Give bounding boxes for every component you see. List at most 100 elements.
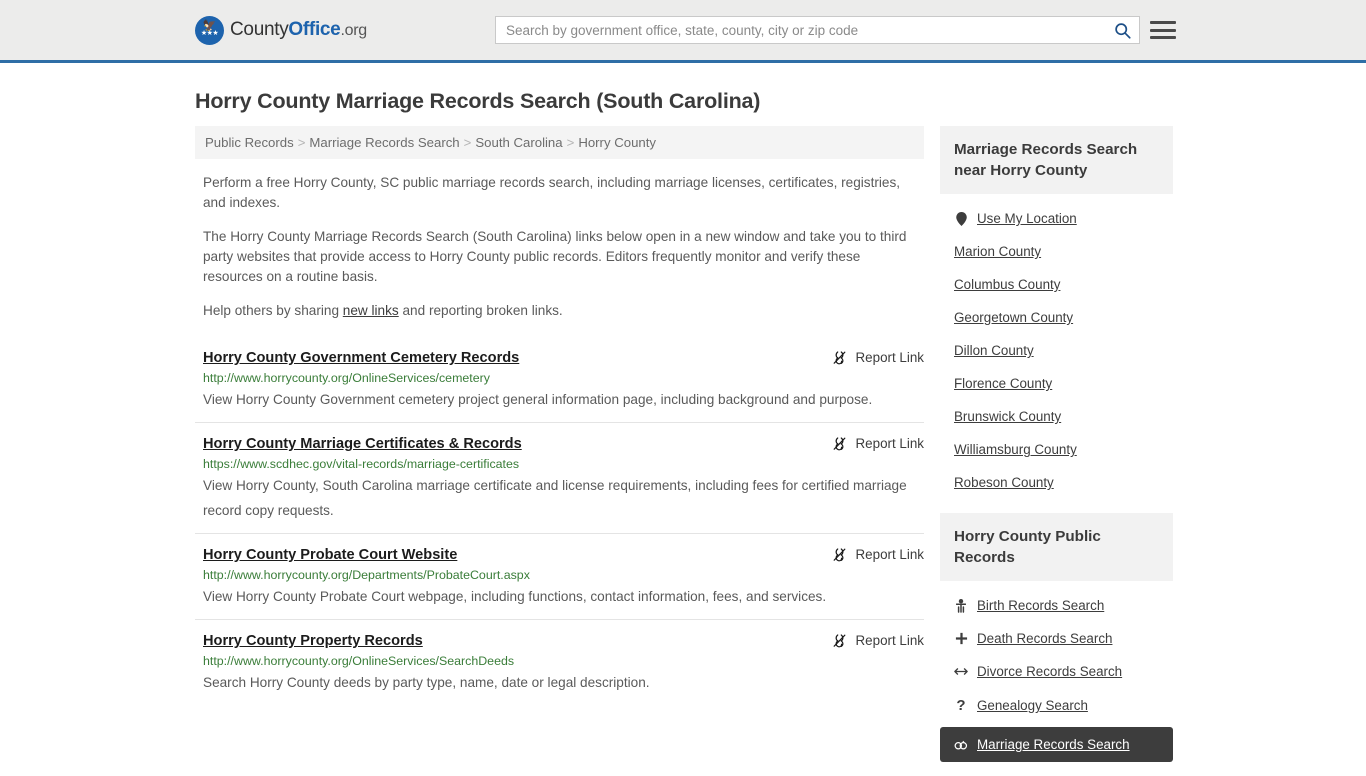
- sidebar-item-genealogy[interactable]: ? Genealogy Search: [940, 688, 1173, 723]
- sidebar-item-dillon-county[interactable]: Dillon County: [940, 334, 1173, 367]
- nearby-county-list: Use My Location Marion County Columbus C…: [940, 194, 1173, 499]
- content-columns: Public Records > Marriage Records Search > S…: [195, 126, 1173, 776]
- report-link-label: Report Link: [855, 350, 924, 365]
- result-url: http://www.horrycounty.org/OnlineService…: [203, 654, 515, 668]
- sidebar-link-label[interactable]: Dillon County: [954, 343, 1034, 358]
- report-link-button[interactable]: Report Link: [831, 435, 924, 452]
- sidebar-item-brunswick-county[interactable]: Brunswick County: [940, 400, 1173, 433]
- page-container: Horry County Marriage Records Search (So…: [0, 89, 1366, 776]
- broken-link-icon: [833, 351, 845, 365]
- intro-text-after: and reporting broken links.: [398, 303, 563, 318]
- breadcrumb-separator: >: [566, 135, 575, 150]
- result-description: Search Horry County deeds by party type,…: [203, 675, 650, 690]
- report-link-label: Report Link: [855, 633, 924, 648]
- sidebar-item-robeson-county[interactable]: Robeson County: [940, 466, 1173, 499]
- logo-part-county: County: [230, 19, 289, 40]
- result-url: https://www.scdhec.gov/vital-records/mar…: [203, 457, 520, 471]
- intro-section: Perform a free Horry County, SC public m…: [195, 173, 924, 321]
- breadcrumb-item-0[interactable]: Public Records: [205, 135, 294, 150]
- breadcrumb-item-1[interactable]: Marriage Records Search: [309, 135, 459, 150]
- result-title-link[interactable]: Horry County Government Cemetery Records: [203, 350, 519, 366]
- broken-link-icon: [833, 634, 845, 648]
- sidebar-item-birth-records[interactable]: Birth Records Search: [940, 589, 1173, 622]
- baby-icon: [954, 598, 968, 613]
- search-input[interactable]: [496, 22, 1105, 38]
- sidebar-link-label[interactable]: Birth Records Search: [977, 598, 1104, 613]
- sidebar-item-williamsburg-county[interactable]: Williamsburg County: [940, 433, 1173, 466]
- result-item: Horry County Probate Court Website http:…: [195, 533, 924, 619]
- report-link-button[interactable]: Report Link: [831, 546, 924, 563]
- broken-link-icon: [833, 437, 845, 451]
- sidebar-link-label[interactable]: Florence County: [954, 376, 1052, 391]
- nearby-searches-box: Marriage Records Search near Horry Count…: [940, 126, 1173, 499]
- intro-paragraph-1: Perform a free Horry County, SC public m…: [203, 175, 901, 210]
- report-link-label: Report Link: [855, 436, 924, 451]
- public-records-heading: Horry County Public Records: [940, 513, 1173, 581]
- intro-text-before: Help others by sharing: [203, 303, 343, 318]
- report-link-label: Report Link: [855, 547, 924, 562]
- sidebar-link-label[interactable]: Williamsburg County: [954, 442, 1077, 457]
- sidebar-link-label[interactable]: Genealogy Search: [977, 698, 1088, 713]
- result-item: Horry County Government Cemetery Records…: [195, 339, 924, 422]
- sidebar-link-label[interactable]: Columbus County: [954, 277, 1060, 292]
- page-title: Horry County Marriage Records Search (So…: [195, 89, 761, 113]
- sidebar-item-columbus-county[interactable]: Columbus County: [940, 268, 1173, 301]
- sidebar-link-label[interactable]: Divorce Records Search: [977, 664, 1122, 679]
- result-item: Horry County Property Records http://www…: [195, 619, 924, 705]
- result-url: http://www.horrycounty.org/Departments/P…: [203, 568, 530, 582]
- question-mark-icon: ?: [956, 697, 966, 714]
- intro-paragraph-3: Help others by sharing new links and rep…: [203, 301, 918, 321]
- result-url: http://www.horrycounty.org/OnlineService…: [203, 371, 490, 385]
- breadcrumb-item-3[interactable]: Horry County: [578, 135, 656, 150]
- public-records-box: Horry County Public Records Birth Record…: [940, 513, 1173, 762]
- search-button[interactable]: [1105, 17, 1139, 43]
- wedding-rings-icon: [954, 739, 968, 751]
- result-title-link[interactable]: Horry County Marriage Certificates & Rec…: [203, 436, 522, 452]
- result-title-link[interactable]: Horry County Probate Court Website: [203, 547, 457, 563]
- report-link-button[interactable]: Report Link: [831, 632, 924, 649]
- site-header: 🦅 ★★★ CountyOffice.org: [0, 0, 1366, 63]
- sidebar: Marriage Records Search near Horry Count…: [940, 126, 1173, 776]
- result-description: View Horry County Government cemetery pr…: [203, 392, 873, 407]
- sidebar-link-label[interactable]: Marion County: [954, 244, 1041, 259]
- cross-icon: [954, 632, 968, 645]
- logo-part-office: Office: [288, 19, 341, 40]
- sidebar-link-label[interactable]: Death Records Search: [977, 631, 1112, 646]
- logo-wordmark: CountyOffice.org: [230, 19, 367, 41]
- sidebar-item-death-records[interactable]: Death Records Search: [940, 622, 1173, 655]
- result-item: Horry County Marriage Certificates & Rec…: [195, 422, 924, 533]
- search-bar: [495, 16, 1140, 44]
- breadcrumb-separator: >: [297, 135, 306, 150]
- left-right-arrow-icon: [954, 666, 968, 677]
- breadcrumb: Public Records > Marriage Records Search > S…: [195, 126, 924, 159]
- search-icon: [1114, 22, 1131, 39]
- sidebar-link-label[interactable]: Georgetown County: [954, 310, 1073, 325]
- new-links-link[interactable]: new links: [343, 303, 399, 318]
- eagle-seal-icon: 🦅 ★★★: [195, 15, 224, 45]
- broken-link-icon: [833, 548, 845, 562]
- report-link-button[interactable]: Report Link: [831, 349, 924, 366]
- breadcrumb-item-2[interactable]: South Carolina: [475, 135, 562, 150]
- hamburger-menu-icon[interactable]: [1150, 19, 1176, 41]
- sidebar-item-marion-county[interactable]: Marion County: [940, 235, 1173, 268]
- nearby-searches-heading: Marriage Records Search near Horry Count…: [940, 126, 1173, 194]
- map-pin-icon: [954, 211, 968, 226]
- sidebar-link-label[interactable]: Brunswick County: [954, 409, 1061, 424]
- public-records-list: Birth Records Search Death Records Searc…: [940, 581, 1173, 762]
- sidebar-link-label[interactable]: Use My Location: [977, 211, 1077, 226]
- sidebar-item-marriage-records[interactable]: Marriage Records Search: [940, 727, 1173, 762]
- sidebar-item-divorce-records[interactable]: Divorce Records Search: [940, 655, 1173, 688]
- breadcrumb-separator: >: [463, 135, 472, 150]
- main-column: Public Records > Marriage Records Search > S…: [195, 126, 924, 705]
- logo-part-org: .org: [340, 22, 367, 39]
- sidebar-item-georgetown-county[interactable]: Georgetown County: [940, 301, 1173, 334]
- sidebar-item-use-my-location[interactable]: Use My Location: [940, 202, 1173, 235]
- sidebar-link-label[interactable]: Marriage Records Search: [977, 737, 1130, 752]
- site-logo[interactable]: 🦅 ★★★ CountyOffice.org: [195, 15, 367, 45]
- results-list: Horry County Government Cemetery Records…: [195, 339, 924, 705]
- sidebar-item-florence-county[interactable]: Florence County: [940, 367, 1173, 400]
- result-description: View Horry County, South Carolina marria…: [203, 478, 907, 518]
- intro-paragraph-2: The Horry County Marriage Records Search…: [203, 229, 907, 284]
- sidebar-link-label[interactable]: Robeson County: [954, 475, 1054, 490]
- result-title-link[interactable]: Horry County Property Records: [203, 633, 423, 649]
